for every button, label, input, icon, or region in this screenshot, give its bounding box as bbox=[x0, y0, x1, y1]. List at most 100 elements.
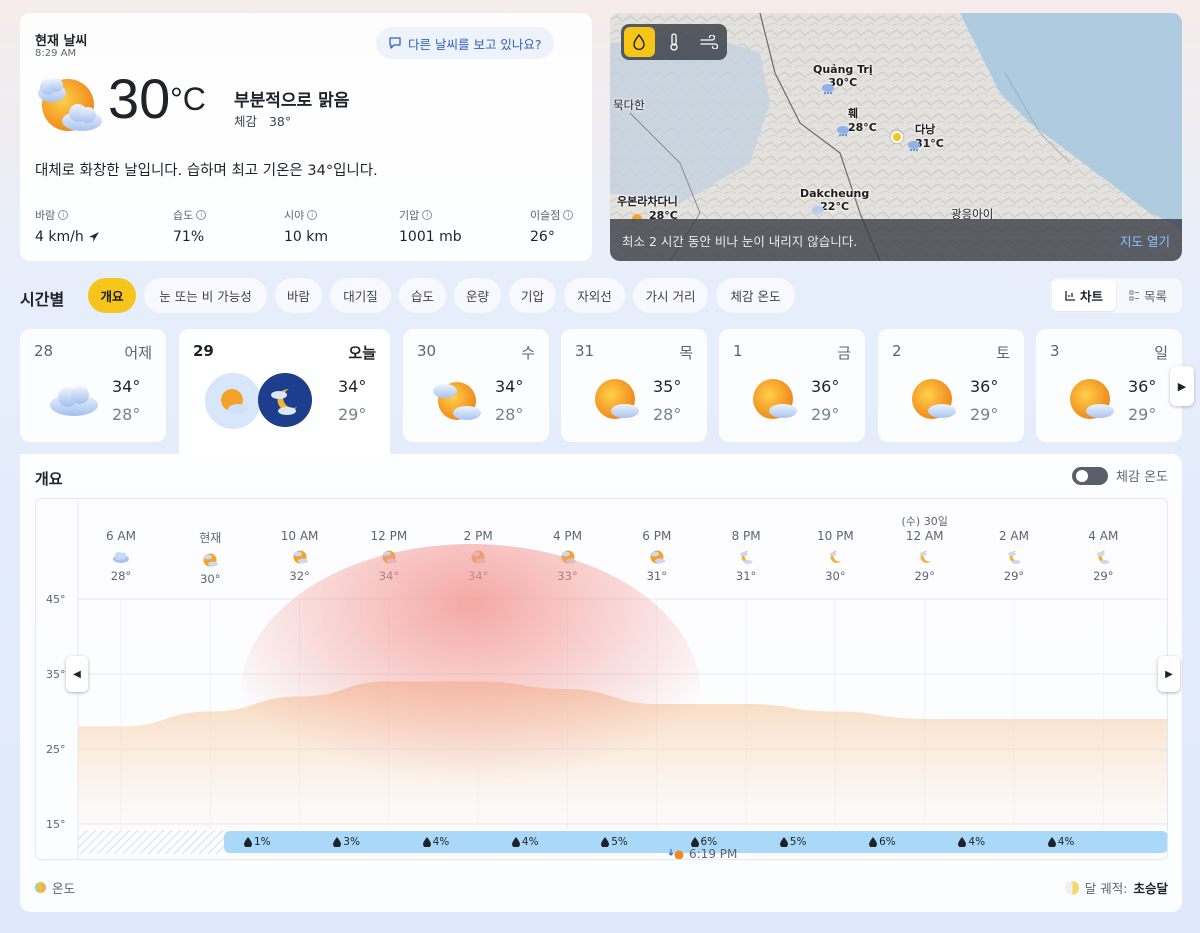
past-hours-hatch bbox=[78, 830, 224, 854]
open-map-link[interactable]: 지도 열기 bbox=[1120, 231, 1170, 250]
precipitation-value: 4% bbox=[521, 836, 539, 848]
day-card[interactable]: 30 수 34° 28° bbox=[403, 329, 549, 442]
metric-visibility[interactable]: 시야 i 10 km bbox=[284, 207, 328, 245]
temperature-legend: 온도 bbox=[35, 878, 75, 897]
feedback-label: 다른 날씨를 보고 있나요? bbox=[408, 36, 542, 52]
tab-uv[interactable]: 자외선 bbox=[564, 278, 625, 313]
droplet-icon bbox=[422, 837, 431, 847]
day-card[interactable]: 28 어제 34° 28° bbox=[20, 329, 166, 442]
droplet-icon bbox=[869, 837, 878, 847]
metric-label: 시야 bbox=[284, 209, 305, 222]
map-layer-switcher bbox=[621, 24, 727, 60]
day-low: 29° bbox=[338, 405, 367, 424]
feedback-button[interactable]: 다른 날씨를 보고 있나요? bbox=[376, 27, 554, 59]
tab-visibility[interactable]: 가시 거리 bbox=[633, 278, 708, 313]
cloud-icon bbox=[50, 386, 98, 416]
day-low: 28° bbox=[495, 405, 524, 424]
map-location-temp: 28°C bbox=[848, 121, 877, 134]
precipitation-value: 1% bbox=[254, 836, 271, 848]
tab-wind[interactable]: 바람 bbox=[275, 278, 322, 313]
day-high: 36° bbox=[1128, 377, 1157, 396]
tab-precipitation[interactable]: 눈 또는 비 가능성 bbox=[144, 278, 267, 313]
day-number: 30 bbox=[417, 342, 437, 360]
sunset-marker: 6:19 PM bbox=[668, 847, 738, 860]
tab-feels-like[interactable]: 체감 온도 bbox=[716, 278, 795, 313]
sunset-icon bbox=[668, 849, 684, 859]
day-card[interactable]: 31 목 35° 28° bbox=[561, 329, 707, 442]
partly-sunny-icon bbox=[595, 379, 639, 419]
droplet-icon bbox=[511, 837, 520, 847]
metric-value: 1001 mb bbox=[399, 229, 462, 245]
feels-like: 체감 38° bbox=[234, 111, 291, 130]
chart-scroll-left-button[interactable]: ◀ bbox=[66, 656, 88, 692]
day-card[interactable]: 3 일 36° 29° bbox=[1036, 329, 1182, 442]
temperature-layer-button[interactable] bbox=[659, 27, 690, 57]
day-low: 29° bbox=[811, 405, 840, 424]
precipitation-value: 4% bbox=[432, 836, 450, 848]
tab-cloud-cover[interactable]: 운량 bbox=[454, 278, 501, 313]
day-low: 29° bbox=[970, 405, 999, 424]
metric-pressure[interactable]: 기압 i 1001 mb bbox=[399, 207, 462, 245]
day-card-selected[interactable]: 29 오늘 34° 29° bbox=[179, 329, 390, 455]
toggle-switch[interactable] bbox=[1072, 466, 1109, 485]
feels-like-value: 38° bbox=[268, 114, 292, 129]
partly-sunny-icon bbox=[221, 389, 248, 414]
list-icon bbox=[1129, 290, 1139, 301]
map-location-name: 훼 bbox=[848, 107, 859, 120]
wind-icon bbox=[700, 35, 718, 49]
day-name: 수 bbox=[521, 344, 535, 362]
next-days-button[interactable]: ▶ bbox=[1170, 366, 1194, 406]
temperature-unit: °C bbox=[170, 81, 206, 117]
precipitation-value: 3% bbox=[343, 836, 360, 848]
day-number: 29 bbox=[193, 342, 214, 360]
precipitation-value: 6% bbox=[879, 836, 896, 848]
moon-phase-legend: 달 궤적: 초승달 bbox=[1064, 878, 1168, 897]
feels-like-toggle[interactable]: 체감 온도 bbox=[1072, 466, 1168, 485]
precipitation-value: 4% bbox=[1057, 836, 1075, 848]
wind-layer-button[interactable] bbox=[693, 27, 724, 57]
droplet-icon bbox=[601, 837, 610, 847]
day-name: 목 bbox=[679, 344, 693, 362]
day-number: 3 bbox=[1050, 342, 1060, 360]
day-card[interactable]: 2 토 36° 29° bbox=[878, 329, 1024, 442]
precipitation-chance: 5% bbox=[601, 836, 628, 848]
tab-pressure[interactable]: 기압 bbox=[509, 278, 556, 313]
info-icon: i bbox=[58, 210, 69, 220]
day-card[interactable]: 1 금 36° 29° bbox=[719, 329, 865, 442]
info-icon: i bbox=[563, 210, 574, 220]
tab-overview[interactable]: 개요 bbox=[88, 278, 136, 313]
chevron-right-icon: ▶ bbox=[1177, 379, 1187, 393]
wind-direction-arrow-icon bbox=[88, 232, 99, 242]
map-footer: 최소 2 시간 동안 비나 눈이 내리지 않습니다. 지도 열기 bbox=[610, 219, 1182, 261]
metric-label: 이슬점 bbox=[530, 209, 561, 222]
hourly-chart: 6 AM28°현재30°10 AM32°12 PM34°2 PM34°4 PM3… bbox=[35, 498, 1168, 860]
day-low: 28° bbox=[112, 405, 141, 424]
list-view-label: 목록 bbox=[1143, 289, 1167, 304]
day-high: 36° bbox=[811, 377, 840, 396]
metric-dewpoint[interactable]: 이슬점 i 26° bbox=[530, 207, 574, 245]
map-location-hue[interactable]: 훼 28°C bbox=[848, 105, 877, 134]
y-tick: 45° bbox=[46, 593, 66, 606]
sunset-time: 6:19 PM bbox=[689, 847, 738, 860]
map-location-name: Quảng Trị bbox=[813, 63, 873, 76]
chart-icon bbox=[1065, 291, 1075, 301]
precipitation-layer-button[interactable] bbox=[624, 27, 655, 57]
tab-air-quality[interactable]: 대기질 bbox=[330, 278, 391, 313]
day-number: 28 bbox=[34, 342, 54, 360]
metric-humidity[interactable]: 습도 i 71% bbox=[173, 207, 207, 245]
partly-sunny-icon bbox=[38, 78, 102, 131]
y-tick: 15° bbox=[46, 818, 66, 831]
tab-humidity[interactable]: 습도 bbox=[399, 278, 446, 313]
chart-scroll-right-button[interactable]: ▶ bbox=[1158, 656, 1180, 692]
moon-phase-icon bbox=[1064, 880, 1079, 895]
precipitation-chance: 1% bbox=[244, 836, 271, 848]
metric-value: 10 km bbox=[284, 229, 329, 245]
map-location-ubon[interactable]: 우본라차다니 28°C bbox=[617, 193, 678, 222]
current-weather-card: 현재 날씨 8:29 AM 다른 날씨를 보고 있나요? 30 °C 부분적으로… bbox=[20, 13, 592, 261]
weather-map[interactable]: 묵다한 광응아이 Quảng Trị 30°C 훼 28°C 다낭 31°C D… bbox=[610, 13, 1182, 261]
droplet-icon bbox=[958, 837, 967, 847]
overview-title: 개요 bbox=[35, 470, 63, 488]
metric-wind[interactable]: 바람 i 4 km/h bbox=[35, 207, 100, 245]
chart-view-button[interactable]: 차트 bbox=[1052, 280, 1116, 311]
list-view-button[interactable]: 목록 bbox=[1116, 280, 1180, 311]
